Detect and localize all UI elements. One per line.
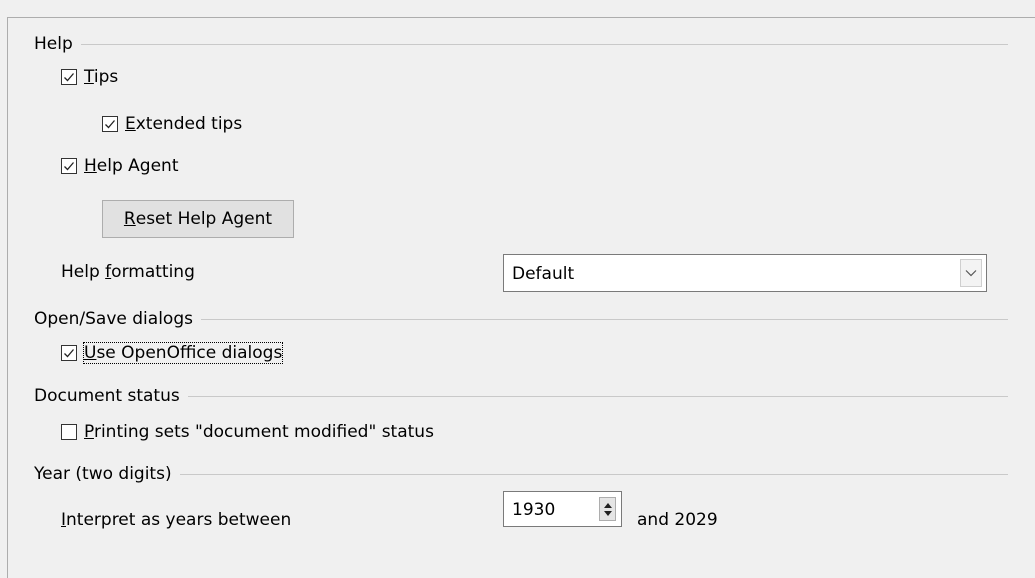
year-section-title: Year (two digits): [34, 464, 172, 484]
document-status-section-header: Document status: [34, 386, 1008, 406]
printing-status-checkbox[interactable]: [61, 424, 77, 440]
help-section-title: Help: [34, 34, 73, 54]
year-start-spinbox[interactable]: 1930: [503, 491, 622, 527]
spin-down-icon[interactable]: [603, 510, 612, 516]
checkmark-icon: [64, 162, 74, 171]
open-save-section-title: Open/Save dialogs: [34, 309, 193, 329]
printing-status-row[interactable]: Printing sets "document modified" status: [61, 420, 434, 444]
help-section-divider: [80, 43, 1008, 45]
tips-label: Tips: [84, 67, 119, 87]
help-agent-checkbox-row[interactable]: Help Agent: [61, 154, 179, 178]
help-agent-label: Help Agent: [84, 156, 179, 176]
extended-tips-checkbox-row[interactable]: Extended tips: [102, 112, 242, 136]
year-end-text: and 2029: [637, 510, 718, 530]
open-save-section-header: Open/Save dialogs: [34, 309, 1008, 329]
spin-buttons[interactable]: [599, 497, 616, 521]
chevron-down-icon: [965, 270, 977, 277]
help-agent-checkbox[interactable]: [61, 158, 77, 174]
year-section-header: Year (two digits): [34, 464, 1008, 484]
help-section-header: Help: [34, 34, 1008, 54]
spin-up-icon[interactable]: [603, 502, 612, 508]
extended-tips-checkbox[interactable]: [102, 116, 118, 132]
document-status-section-title: Document status: [34, 386, 180, 406]
use-openoffice-dialogs-checkbox[interactable]: [61, 345, 77, 361]
printing-status-label: Printing sets "document modified" status: [84, 422, 434, 442]
open-save-section-divider: [200, 318, 1008, 320]
extended-tips-label: Extended tips: [125, 114, 243, 134]
document-status-section-divider: [187, 395, 1008, 397]
use-openoffice-dialogs-row[interactable]: Use OpenOffice dialogs: [61, 341, 284, 365]
tips-checkbox[interactable]: [61, 69, 77, 85]
reset-help-agent-button[interactable]: Reset Help Agent: [102, 200, 294, 238]
dropdown-button[interactable]: [960, 259, 982, 287]
year-section-divider: [179, 473, 1008, 475]
use-openoffice-dialogs-label: Use OpenOffice dialogs: [82, 342, 284, 364]
help-formatting-value: Default: [512, 264, 575, 284]
interpret-years-label: Interpret as years between: [61, 510, 292, 530]
help-formatting-label: Help formatting: [61, 262, 195, 282]
year-start-value: 1930: [512, 500, 556, 520]
checkmark-icon: [64, 349, 74, 358]
help-formatting-select[interactable]: Default: [503, 254, 987, 292]
tips-checkbox-row[interactable]: Tips: [61, 65, 118, 89]
checkmark-icon: [105, 120, 115, 129]
checkmark-icon: [64, 73, 74, 82]
